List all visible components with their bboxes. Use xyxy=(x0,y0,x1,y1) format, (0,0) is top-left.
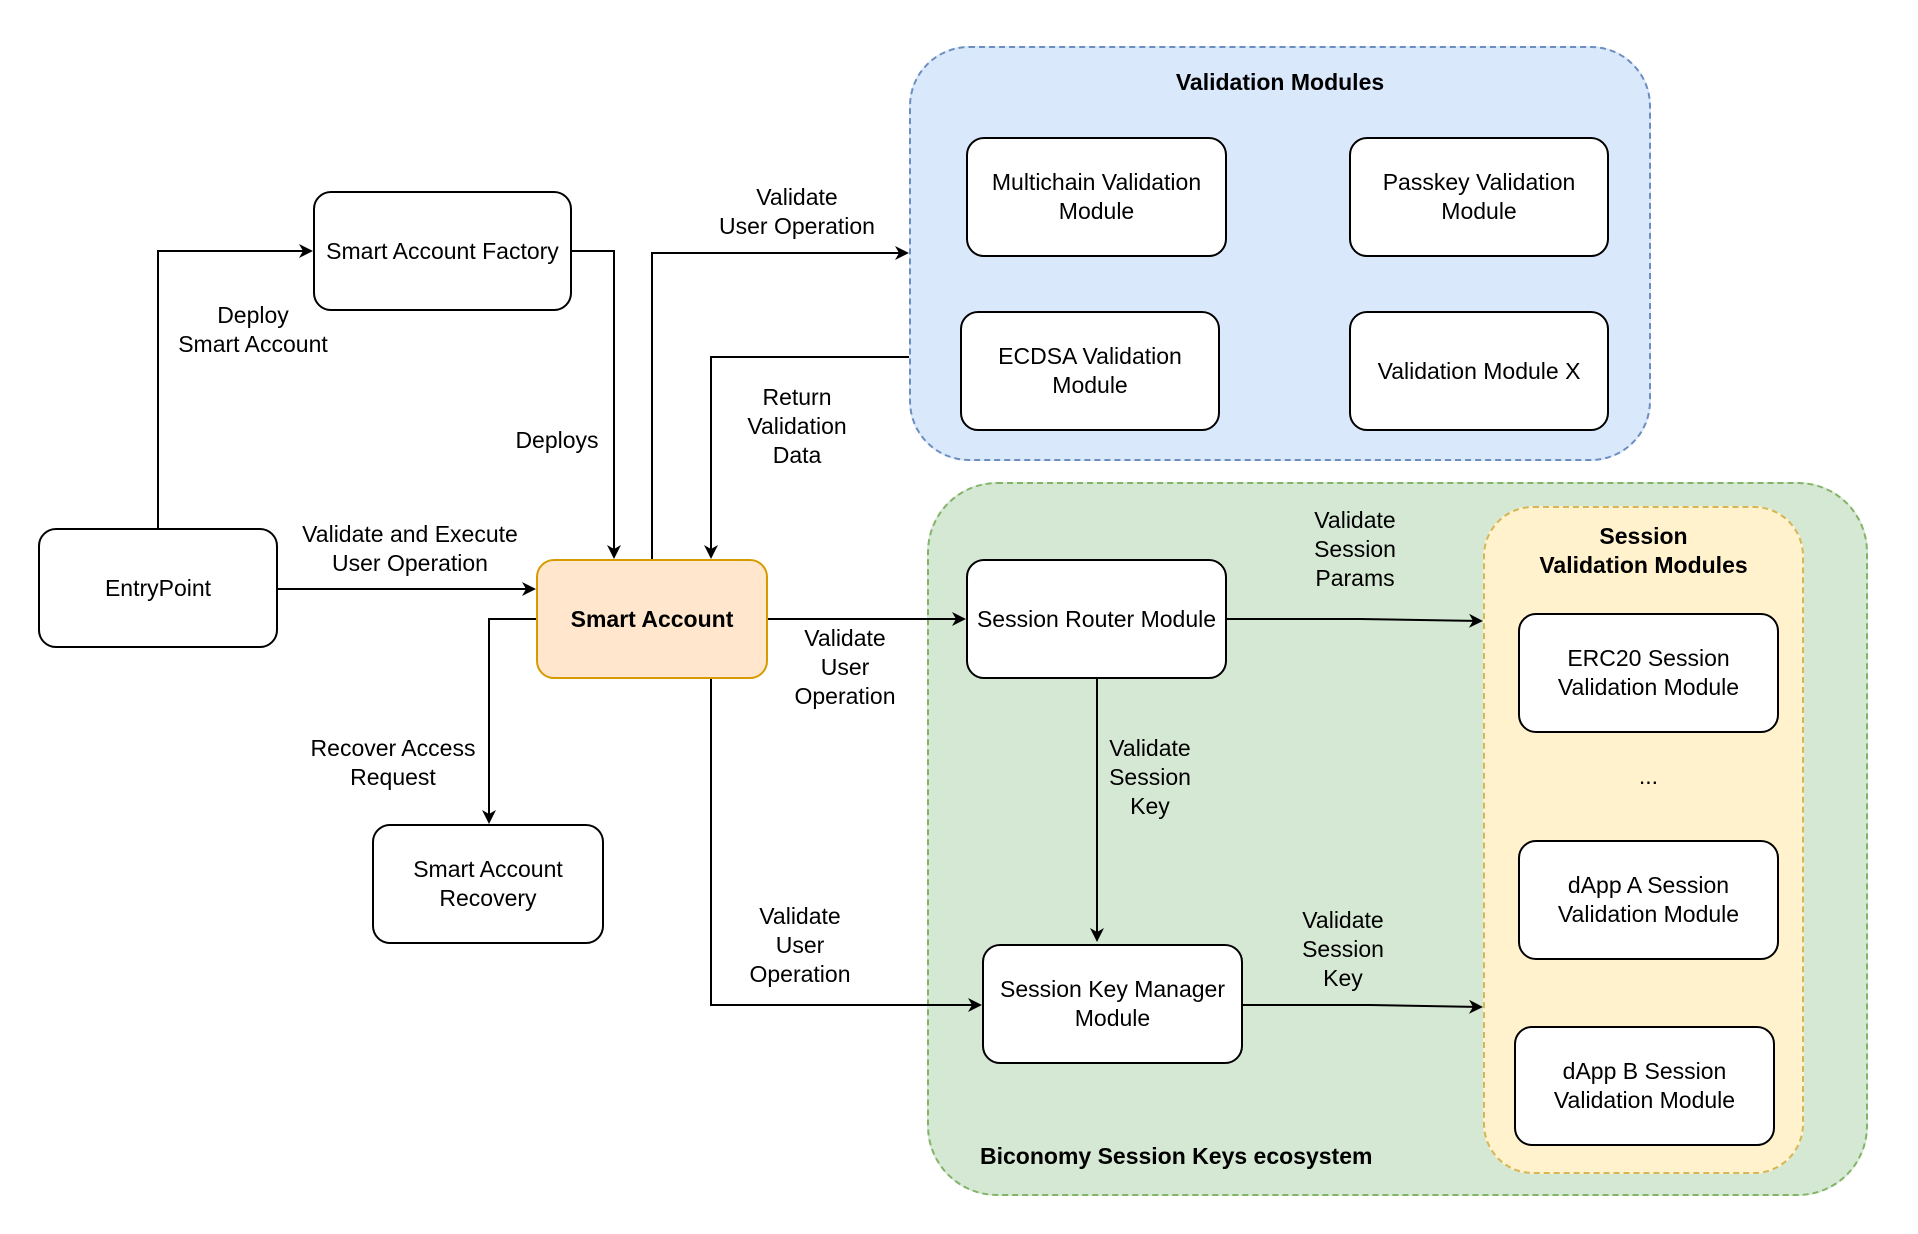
ecdsa-validation-module-node[interactable]: ECDSA Validation Module xyxy=(960,311,1220,431)
passkey-validation-module-node[interactable]: Passkey Validation Module xyxy=(1349,137,1609,257)
validation-module-x-node[interactable]: Validation Module X xyxy=(1349,311,1609,431)
label-validate-user-op-manager: Validate User Operation xyxy=(749,903,851,987)
dapp-b-session-validation-module-node[interactable]: dApp B Session Validation Module xyxy=(1514,1026,1775,1146)
session-router-module-node[interactable]: Session Router Module xyxy=(966,559,1227,679)
label-validate-user-op-router: Validate User Operation xyxy=(794,625,896,709)
entrypoint-node[interactable]: EntryPoint xyxy=(38,528,278,648)
multichain-validation-module-node[interactable]: Multichain Validation Module xyxy=(966,137,1227,257)
label-validate-session-key-down: Validate Session Key xyxy=(1109,735,1191,819)
edge-factory-smartaccount xyxy=(572,250,621,559)
edge-entrypoint-factory xyxy=(157,244,313,528)
label-validate-session-params: Validate Session Params xyxy=(1314,507,1396,591)
erc20-session-validation-module-node[interactable]: ERC20 Session Validation Module xyxy=(1518,613,1779,733)
label-validate-user-op-top: Validate User Operation xyxy=(719,184,875,239)
edge-keymanager-sessionmodules xyxy=(1243,999,1483,1014)
edge-router-sessionmodules xyxy=(1227,613,1483,628)
edge-smartaccount-recovery xyxy=(482,618,536,824)
smart-account-recovery-node[interactable]: Smart Account Recovery xyxy=(372,824,604,944)
label-deploys: Deploys xyxy=(515,427,599,453)
dapp-a-session-validation-module-node[interactable]: dApp A Session Validation Module xyxy=(1518,840,1779,960)
label-recover-access-request: Recover Access Request xyxy=(310,735,476,790)
smart-account-node[interactable]: Smart Account xyxy=(536,559,768,679)
smart-account-factory-node[interactable]: Smart Account Factory xyxy=(313,191,572,311)
label-validate-and-execute: Validate and Execute User Operation xyxy=(302,521,518,576)
label-deploy-smart-account: Deploy Smart Account xyxy=(178,302,328,357)
label-validate-session-key-right: Validate Session Key xyxy=(1302,907,1384,991)
label-return-validation-data: Return Validation Data xyxy=(747,384,847,468)
session-key-manager-module-node[interactable]: Session Key Manager Module xyxy=(982,944,1243,1064)
more-modules-ellipsis: ... xyxy=(1638,763,1659,789)
